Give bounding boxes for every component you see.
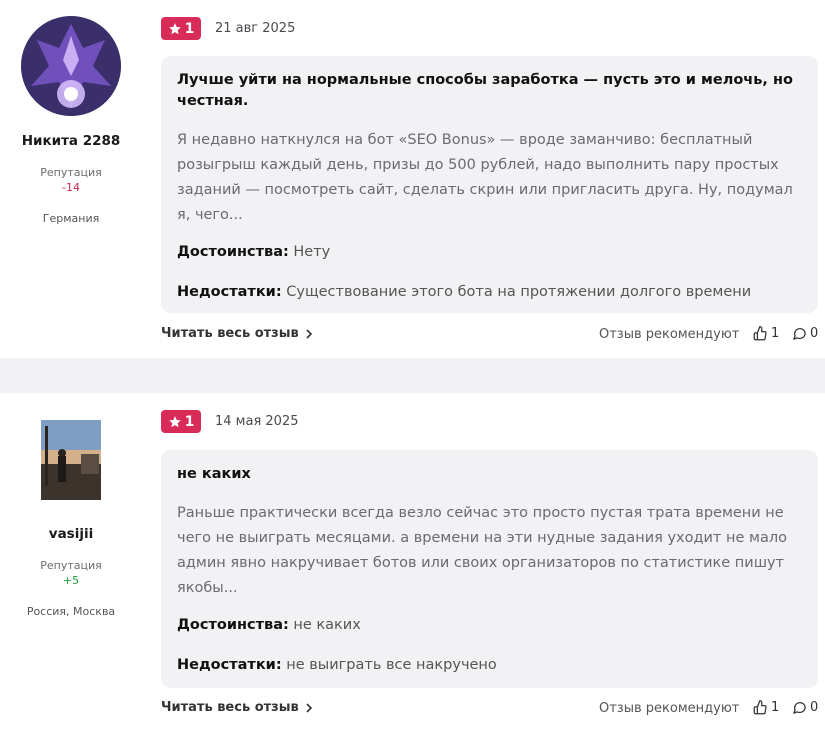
author-location: Россия, Москва	[26, 605, 116, 618]
comment-icon	[793, 328, 806, 340]
review-pros: Достоинства: Нету	[177, 242, 802, 262]
reputation-label: Репутация	[40, 559, 102, 572]
recommend-label: Отзыв рекомендуют	[599, 327, 740, 342]
review-card: vasijii Репутация +5 Россия, Москва 1 14…	[0, 393, 825, 729]
pros-label: Достоинства:	[177, 244, 289, 260]
chevron-right-icon	[306, 702, 312, 713]
thumbs-up-icon	[753, 700, 767, 715]
review-body: Я недавно наткнулся на бот «SEO Bonus» —…	[177, 132, 793, 223]
review-date: 21 авг 2025	[215, 21, 296, 36]
rating-badge: 1	[161, 17, 201, 40]
comment-count: 0	[810, 700, 819, 715]
author-name[interactable]: vasijii	[0, 526, 142, 542]
reputation-label: Репутация	[40, 166, 102, 179]
reputation-value: +5	[62, 574, 80, 587]
pros-text: Нету	[293, 244, 331, 260]
star-icon	[168, 22, 181, 34]
star-icon	[168, 415, 181, 427]
rating-badge: 1	[161, 410, 201, 433]
comment-button[interactable]: 0	[792, 326, 818, 341]
review-content: Лучше уйти на нормальные способы заработ…	[161, 56, 818, 313]
rating-value: 1	[184, 20, 195, 37]
author-name[interactable]: Никита 2288	[0, 133, 142, 149]
avatar-image	[21, 16, 121, 116]
review-content: не каких Раньше практически всегда везло…	[161, 450, 818, 688]
author-location: Германия	[42, 212, 100, 225]
avatar-image	[41, 420, 101, 500]
reputation-value: -14	[62, 181, 80, 194]
review-footer: Читать весь отзыв Отзыв рекомендуют 1 0	[161, 700, 818, 720]
review-pros: Достоинства: не каких	[177, 615, 802, 635]
read-full-review-link[interactable]: Читать весь отзыв	[161, 700, 313, 715]
pros-text: не каких	[293, 617, 361, 633]
cons-label: Недостатки:	[177, 657, 282, 673]
cons-text: не выиграть все накручено	[286, 657, 497, 673]
cons-text: Существование этого бота на протяжении д…	[286, 284, 752, 300]
read-full-label: Читать весь отзыв	[161, 700, 299, 715]
chevron-right-icon	[306, 328, 312, 339]
read-full-review-link[interactable]: Читать весь отзыв	[161, 326, 313, 341]
review-footer: Читать весь отзыв Отзыв рекомендуют 1 0	[161, 326, 818, 346]
thumbs-up-icon	[753, 326, 767, 341]
comment-count: 0	[810, 326, 819, 341]
review-card: Никита 2288 Репутация -14 Германия 1 21 …	[0, 0, 825, 358]
pros-label: Достоинства:	[177, 617, 289, 633]
review-title[interactable]: не каких	[177, 464, 802, 485]
review-date: 14 мая 2025	[215, 414, 299, 429]
comment-icon	[793, 702, 806, 714]
like-count: 1	[771, 326, 780, 341]
cons-label: Недостатки:	[177, 284, 282, 300]
like-button[interactable]: 1	[753, 700, 779, 715]
rating-value: 1	[184, 413, 195, 430]
review-title[interactable]: Лучше уйти на нормальные способы заработ…	[177, 70, 802, 112]
avatar[interactable]	[41, 420, 101, 500]
review-separator	[0, 358, 825, 393]
recommend-label: Отзыв рекомендуют	[599, 701, 740, 716]
review-cons: Недостатки: Существование этого бота на …	[177, 282, 802, 302]
like-button[interactable]: 1	[753, 326, 779, 341]
comment-button[interactable]: 0	[792, 700, 818, 715]
read-full-label: Читать весь отзыв	[161, 326, 299, 341]
review-cons: Недостатки: не выиграть все накручено	[177, 655, 802, 675]
avatar[interactable]	[21, 16, 121, 116]
like-count: 1	[771, 700, 780, 715]
review-body: Раньше практически всегда везло сейчас э…	[177, 505, 787, 596]
